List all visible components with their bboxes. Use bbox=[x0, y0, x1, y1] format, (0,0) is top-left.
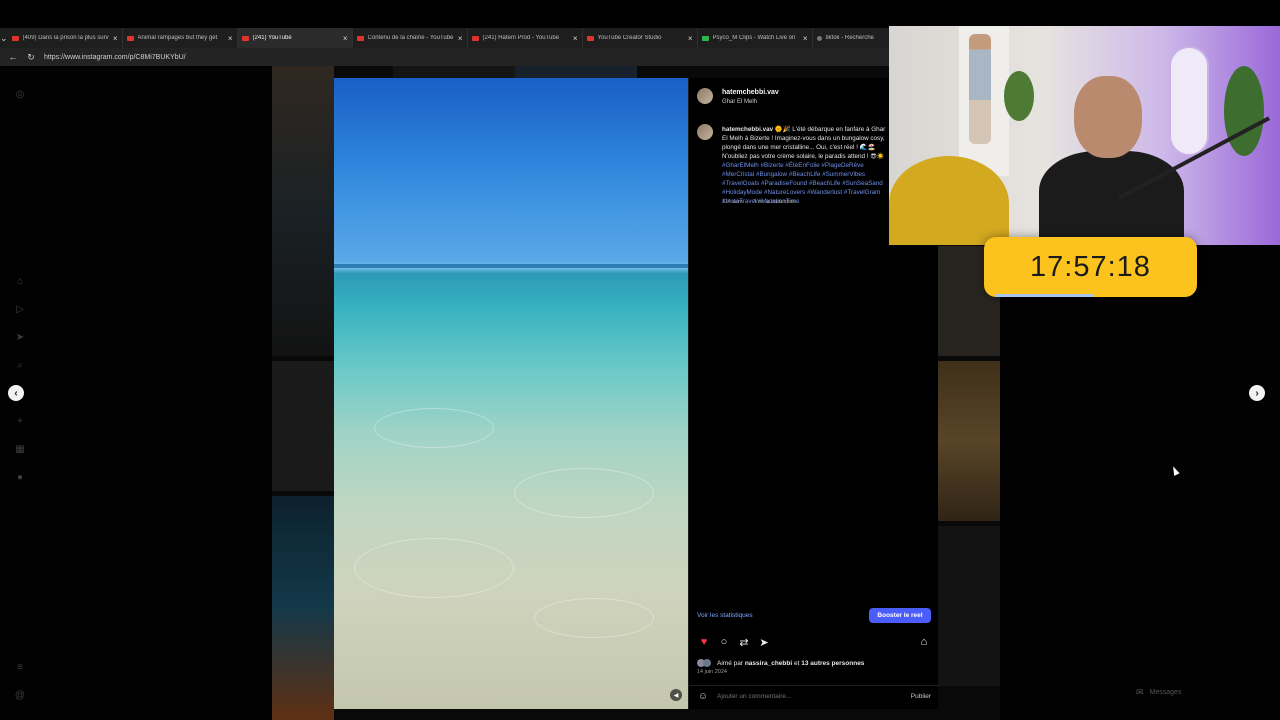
translate-link[interactable]: Voir la traduction bbox=[754, 199, 795, 205]
browser-tab[interactable]: Contenu de la chaîne - YouTube × bbox=[353, 28, 468, 48]
messages-dock[interactable]: ✉ Messages bbox=[1136, 684, 1256, 700]
webcam-standing-person bbox=[969, 34, 991, 144]
tab-title: Animal rampages but they get bbox=[137, 35, 218, 41]
repost-icon[interactable]: ⇄ bbox=[737, 635, 751, 649]
tab-close-icon[interactable]: × bbox=[458, 34, 463, 43]
sea-horizon bbox=[334, 264, 688, 268]
tab-favicon-icon bbox=[701, 35, 709, 41]
water-ripple bbox=[374, 408, 494, 448]
post-actions: ♥ ○ ⇄ ➤ ⌂ bbox=[697, 635, 931, 651]
caption-username[interactable]: hatemchebbi.vav bbox=[722, 126, 773, 133]
webcam-streamer-body bbox=[1039, 151, 1184, 245]
water-ripple bbox=[514, 468, 654, 518]
tab-close-icon[interactable]: × bbox=[688, 34, 693, 43]
tab-close-icon[interactable]: × bbox=[113, 34, 118, 43]
chevron-right-icon: › bbox=[1255, 387, 1259, 399]
next-post-button[interactable]: › bbox=[1249, 385, 1265, 401]
view-stats-link[interactable]: Voir les statistiques bbox=[697, 612, 753, 619]
webcam-yellow-chair bbox=[889, 156, 1009, 245]
address-bar: ← ↻ https://www.instagram.com/p/C8Mi7BUK… bbox=[0, 48, 890, 66]
likes-summary[interactable]: Aimé par nassira_chebbi et 13 autres per… bbox=[697, 659, 864, 667]
timer-progress-fill bbox=[996, 294, 1095, 297]
tab-title: (241) YouTube bbox=[252, 35, 292, 41]
liked-prefix: Aimé par bbox=[717, 659, 744, 667]
publish-button[interactable]: Publier bbox=[911, 693, 931, 700]
webcam-streamer-head bbox=[1074, 76, 1142, 158]
tab-title: (409) Dans la prison la plus surv bbox=[22, 35, 109, 41]
post-caption: hatemchebbi.vav 🌞🎉 L'été débarque en fan… bbox=[722, 125, 890, 206]
browser-tab[interactable]: (241) YouTube × bbox=[237, 28, 353, 48]
mute-toggle-icon[interactable]: ◀ bbox=[670, 689, 682, 701]
tab-favicon-icon bbox=[356, 35, 364, 41]
send-icon[interactable]: ➤ bbox=[757, 635, 771, 649]
emoji-icon[interactable]: ☺ bbox=[697, 691, 709, 703]
bookmark-icon[interactable]: ⌂ bbox=[917, 635, 931, 649]
back-arrow-icon[interactable]: ← bbox=[4, 52, 22, 62]
browser-tab[interactable]: Animal rampages but they get × bbox=[123, 28, 238, 48]
tab-favicon-icon bbox=[586, 35, 594, 41]
liked-joiner: et bbox=[793, 659, 800, 667]
browser-tab-bar: ⌄ (409) Dans la prison la plus surv × Anim… bbox=[0, 28, 928, 48]
heart-icon[interactable]: ♥ bbox=[697, 635, 711, 649]
post-location[interactable]: Ghar El Melh bbox=[722, 99, 757, 105]
timer-display: 17:57:18 bbox=[1030, 250, 1151, 283]
tab-favicon-icon bbox=[126, 35, 134, 41]
water-ripple bbox=[354, 538, 514, 598]
post-time-ago: 114 sem bbox=[722, 199, 743, 205]
tab-title: (241) Hatem Prod - YouTube bbox=[482, 35, 560, 41]
liker-avatar bbox=[703, 659, 711, 667]
tab-title: YouTube Creator Studio bbox=[597, 35, 662, 41]
tab-close-icon[interactable]: × bbox=[573, 34, 578, 43]
reload-icon[interactable]: ↻ bbox=[22, 52, 40, 63]
url-field[interactable]: https://www.instagram.com/p/C8Mi7BUKYbU/ bbox=[44, 54, 186, 61]
post-date: 14 juin 2024 bbox=[697, 669, 727, 675]
browser-tab[interactable]: Psyco_M Clips - Watch Live on × bbox=[698, 28, 813, 48]
timer-progress-track bbox=[996, 294, 1185, 297]
browser-tab[interactable]: (409) Dans la prison la plus surv × bbox=[8, 28, 123, 48]
tab-close-icon[interactable]: × bbox=[343, 34, 348, 43]
author-avatar[interactable] bbox=[697, 88, 713, 104]
comment-icon[interactable]: ○ bbox=[717, 635, 731, 649]
tab-favicon-icon bbox=[11, 35, 19, 41]
liked-user[interactable]: nassira_chebbi bbox=[745, 660, 792, 667]
reel-video[interactable]: ◀ bbox=[334, 78, 688, 709]
tab-list-chevron-icon[interactable]: ⌄ bbox=[0, 28, 8, 48]
comment-bar: ☺ Publier bbox=[689, 685, 939, 707]
tab-title: Contenu de la chaîne - YouTube bbox=[367, 35, 454, 41]
caption-avatar[interactable] bbox=[697, 124, 713, 140]
caption-meta: 114 sem Voir la traduction bbox=[722, 199, 805, 205]
stream-timer: 17:57:18 bbox=[984, 237, 1197, 297]
tab-title: Psyco_M Clips - Watch Live on bbox=[712, 35, 796, 41]
tab-favicon-icon bbox=[241, 35, 249, 41]
browser-tab[interactable]: (241) Hatem Prod - YouTube × bbox=[468, 28, 583, 48]
author-username[interactable]: hatemchebbi.vav bbox=[722, 89, 779, 96]
messages-label: Messages bbox=[1149, 688, 1182, 696]
prev-post-button[interactable]: ‹ bbox=[8, 385, 24, 401]
tab-close-icon[interactable]: × bbox=[803, 34, 808, 43]
comment-input[interactable] bbox=[717, 693, 911, 700]
post-modal: ◀ hatemchebbi.vav Ghar El Melh hatemcheb… bbox=[334, 78, 939, 709]
boost-reel-button[interactable]: Booster le reel bbox=[869, 608, 931, 623]
tab-favicon-icon bbox=[471, 35, 479, 41]
webcam-mirror bbox=[1169, 46, 1209, 156]
webcam-overlay bbox=[889, 26, 1280, 245]
tab-close-icon[interactable]: × bbox=[228, 34, 233, 43]
tab-favicon-icon bbox=[816, 35, 822, 41]
webcam-plant bbox=[1004, 71, 1034, 121]
water-ripple bbox=[534, 598, 654, 638]
webcam-plant bbox=[1224, 66, 1264, 156]
chevron-left-icon: ‹ bbox=[14, 387, 18, 399]
browser-tab[interactable]: YouTube Creator Studio × bbox=[583, 28, 698, 48]
liked-others[interactable]: 13 autres personnes bbox=[801, 660, 864, 667]
messages-icon: ✉ bbox=[1136, 686, 1144, 697]
